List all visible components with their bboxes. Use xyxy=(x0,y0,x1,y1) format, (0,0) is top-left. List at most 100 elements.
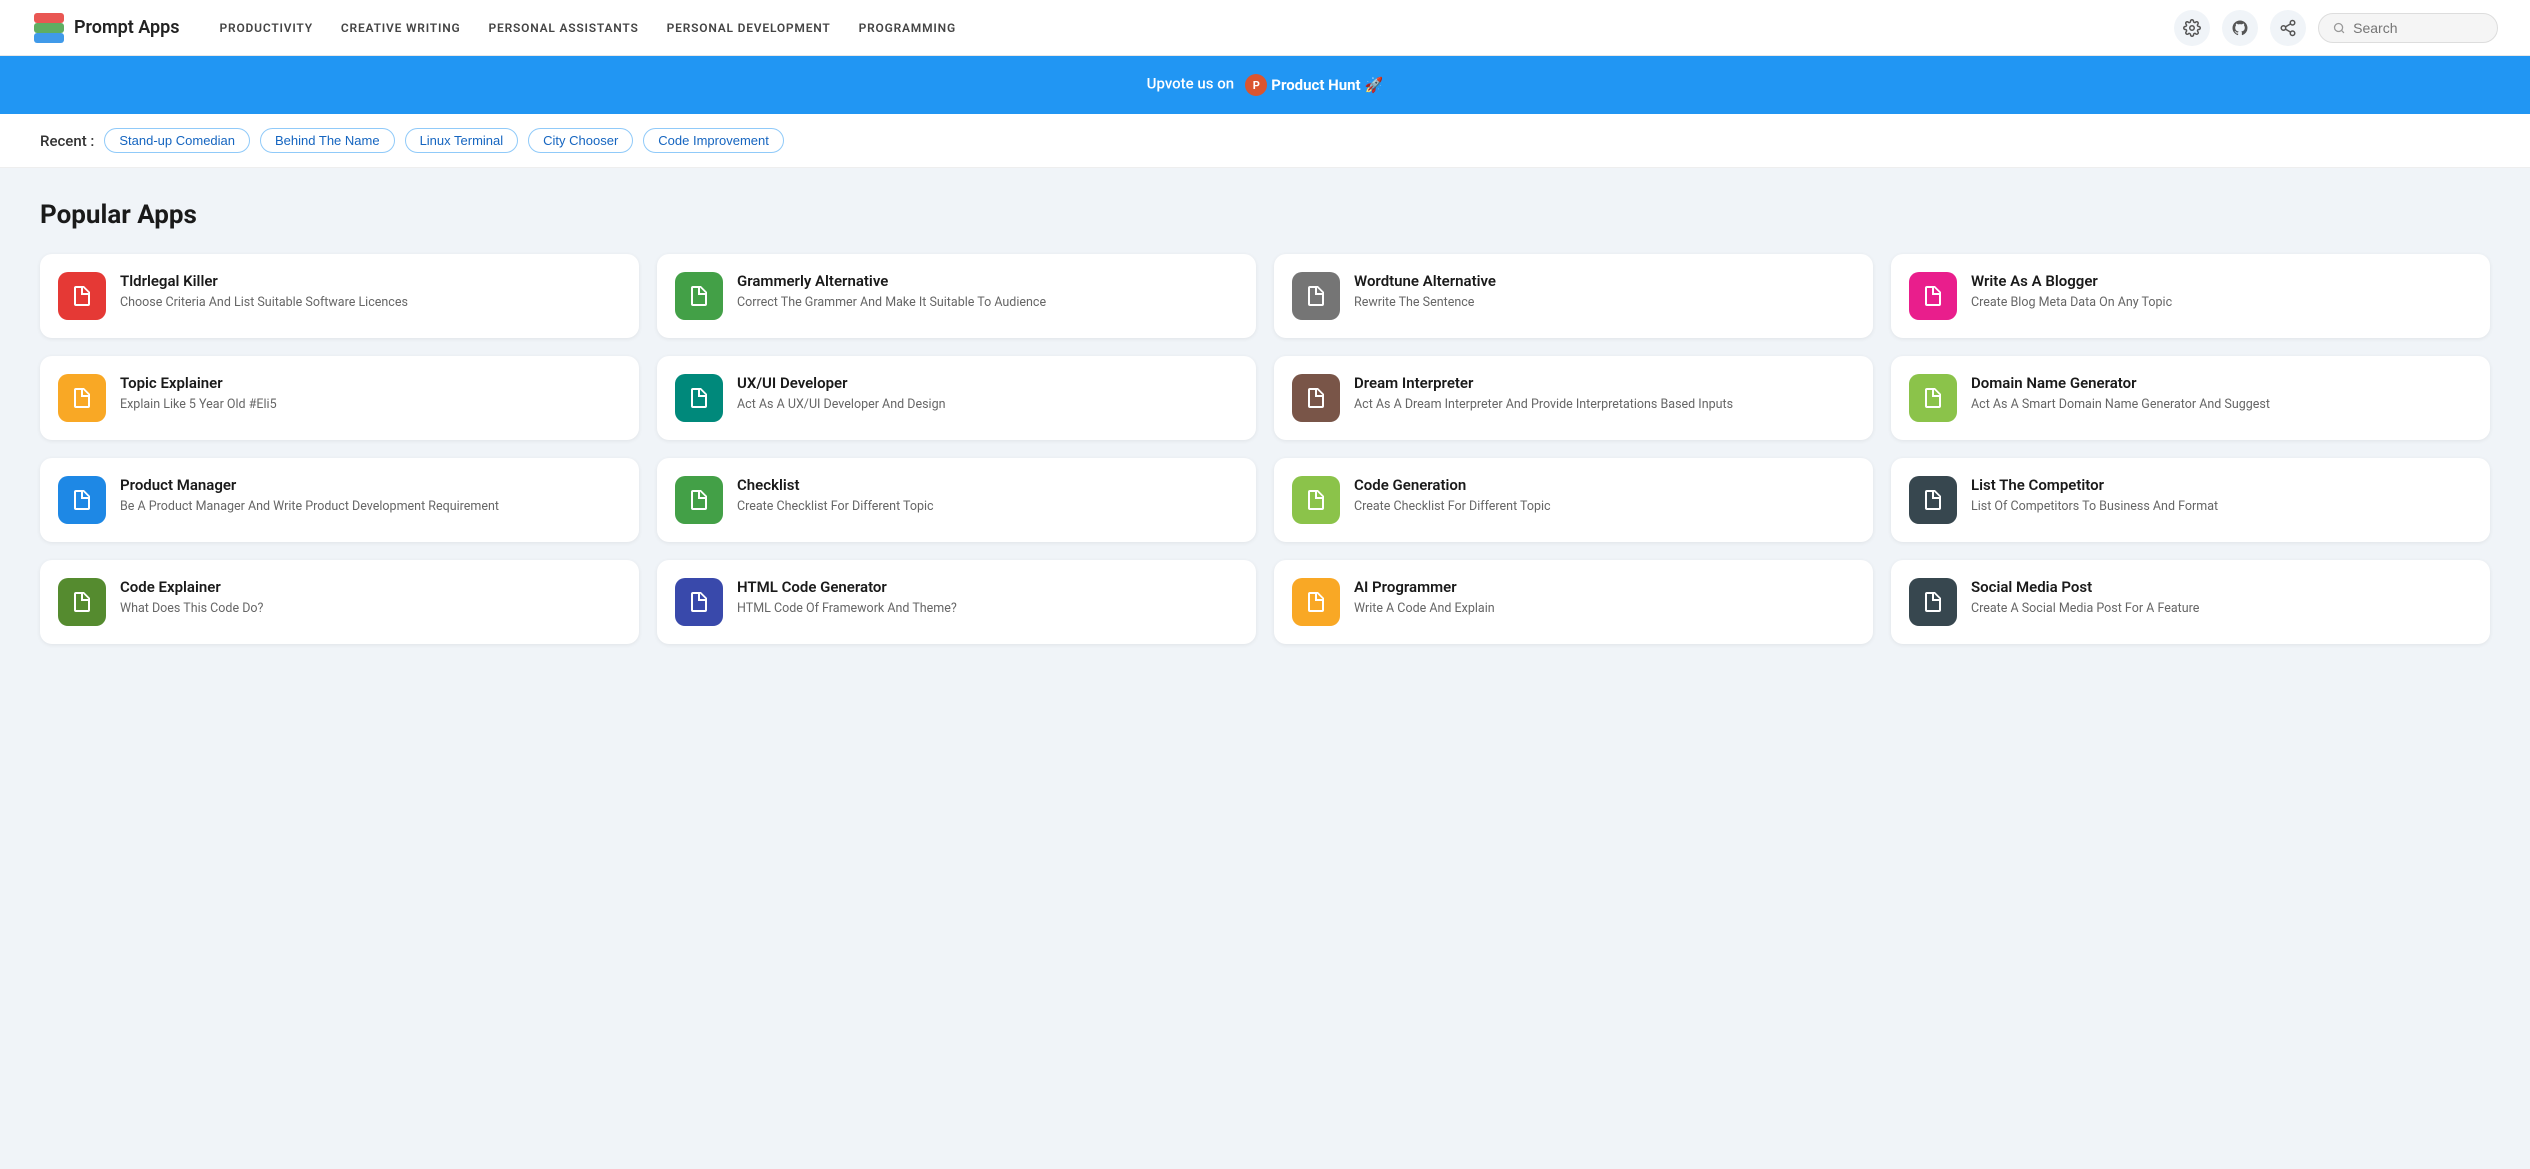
app-desc: Create A Social Media Post For A Feature xyxy=(1971,600,2472,618)
app-info: HTML Code Generator HTML Code Of Framewo… xyxy=(737,578,1238,618)
app-info: UX/UI Developer Act As A UX/UI Developer… xyxy=(737,374,1238,414)
search-icon xyxy=(2333,21,2345,35)
app-card[interactable]: Checklist Create Checklist For Different… xyxy=(657,458,1256,542)
recent-tag-code-improvement[interactable]: Code Improvement xyxy=(643,128,784,153)
nav-personal-development[interactable]: Personal Development xyxy=(667,21,831,35)
app-desc: Act As A UX/UI Developer And Design xyxy=(737,396,1238,414)
ph-badge: P Product Hunt 🚀 xyxy=(1245,74,1383,96)
app-icon xyxy=(1909,272,1957,320)
banner: Upvote us on P Product Hunt 🚀 xyxy=(0,56,2530,114)
nav-productivity[interactable]: Productivity xyxy=(220,21,313,35)
app-name: Code Explainer xyxy=(120,578,621,596)
recent-label: Recent : xyxy=(40,132,94,150)
app-icon xyxy=(675,272,723,320)
app-card[interactable]: Code Explainer What Does This Code Do? xyxy=(40,560,639,644)
app-info: Wordtune Alternative Rewrite The Sentenc… xyxy=(1354,272,1855,312)
app-desc: Act As A Smart Domain Name Generator And… xyxy=(1971,396,2472,414)
app-card[interactable]: Dream Interpreter Act As A Dream Interpr… xyxy=(1274,356,1873,440)
app-icon xyxy=(1292,272,1340,320)
navbar-actions xyxy=(2174,10,2498,46)
app-card[interactable]: AI Programmer Write A Code And Explain xyxy=(1274,560,1873,644)
share-icon xyxy=(2279,19,2297,37)
recent-tag-standup[interactable]: Stand-up Comedian xyxy=(104,128,250,153)
gear-icon xyxy=(2183,19,2201,37)
app-info: Dream Interpreter Act As A Dream Interpr… xyxy=(1354,374,1855,414)
app-desc: HTML Code Of Framework And Theme? xyxy=(737,600,1238,618)
app-card[interactable]: Code Generation Create Checklist For Dif… xyxy=(1274,458,1873,542)
app-card[interactable]: HTML Code Generator HTML Code Of Framewo… xyxy=(657,560,1256,644)
app-name: Wordtune Alternative xyxy=(1354,272,1855,290)
app-card[interactable]: Product Manager Be A Product Manager And… xyxy=(40,458,639,542)
app-icon xyxy=(1909,578,1957,626)
app-icon xyxy=(675,578,723,626)
search-box[interactable] xyxy=(2318,13,2498,43)
nav-programming[interactable]: Programming xyxy=(859,21,956,35)
app-card[interactable]: Grammerly Alternative Correct The Gramme… xyxy=(657,254,1256,338)
document-icon xyxy=(1921,284,1945,308)
github-button[interactable] xyxy=(2222,10,2258,46)
search-input[interactable] xyxy=(2353,20,2483,36)
app-icon xyxy=(58,578,106,626)
recent-tag-city-chooser[interactable]: City Chooser xyxy=(528,128,633,153)
app-info: Domain Name Generator Act As A Smart Dom… xyxy=(1971,374,2472,414)
app-info: Grammerly Alternative Correct The Gramme… xyxy=(737,272,1238,312)
app-info: Social Media Post Create A Social Media … xyxy=(1971,578,2472,618)
app-card[interactable]: Wordtune Alternative Rewrite The Sentenc… xyxy=(1274,254,1873,338)
app-name: Domain Name Generator xyxy=(1971,374,2472,392)
share-button[interactable] xyxy=(2270,10,2306,46)
app-name: Checklist xyxy=(737,476,1238,494)
brand-logo[interactable]: Prompt Apps xyxy=(32,11,180,45)
main-content: Popular Apps Tldrlegal Killer Choose Cri… xyxy=(0,168,2530,1169)
app-icon xyxy=(675,374,723,422)
app-desc: Choose Criteria And List Suitable Softwa… xyxy=(120,294,621,312)
app-card[interactable]: UX/UI Developer Act As A UX/UI Developer… xyxy=(657,356,1256,440)
app-name: Tldrlegal Killer xyxy=(120,272,621,290)
document-icon xyxy=(687,488,711,512)
recent-tag-linux-terminal[interactable]: Linux Terminal xyxy=(405,128,519,153)
nav-personal-assistants[interactable]: Personal Assistants xyxy=(489,21,639,35)
app-desc: Be A Product Manager And Write Product D… xyxy=(120,498,621,516)
document-icon xyxy=(1304,386,1328,410)
app-icon xyxy=(1909,476,1957,524)
app-desc: What Does This Code Do? xyxy=(120,600,621,618)
app-info: Tldrlegal Killer Choose Criteria And Lis… xyxy=(120,272,621,312)
app-info: Write As A Blogger Create Blog Meta Data… xyxy=(1971,272,2472,312)
app-card[interactable]: Social Media Post Create A Social Media … xyxy=(1891,560,2490,644)
app-info: Product Manager Be A Product Manager And… xyxy=(120,476,621,516)
app-name: List The Competitor xyxy=(1971,476,2472,494)
app-info: Code Explainer What Does This Code Do? xyxy=(120,578,621,618)
document-icon xyxy=(1304,488,1328,512)
recent-section: Recent : Stand-up Comedian Behind The Na… xyxy=(0,114,2530,168)
app-name: Code Generation xyxy=(1354,476,1855,494)
app-card[interactable]: Tldrlegal Killer Choose Criteria And Lis… xyxy=(40,254,639,338)
popular-apps-title: Popular Apps xyxy=(40,200,2490,230)
app-icon xyxy=(1909,374,1957,422)
document-icon xyxy=(1921,590,1945,614)
app-desc: Rewrite The Sentence xyxy=(1354,294,1855,312)
nav-creative-writing[interactable]: Creative Writing xyxy=(341,21,461,35)
app-info: Checklist Create Checklist For Different… xyxy=(737,476,1238,516)
document-icon xyxy=(70,386,94,410)
app-card[interactable]: Write As A Blogger Create Blog Meta Data… xyxy=(1891,254,2490,338)
app-info: AI Programmer Write A Code And Explain xyxy=(1354,578,1855,618)
settings-button[interactable] xyxy=(2174,10,2210,46)
app-desc: Create Checklist For Different Topic xyxy=(1354,498,1855,516)
ph-platform: Product Hunt xyxy=(1271,76,1360,94)
banner-emoji: 🚀 xyxy=(1365,76,1384,94)
app-name: AI Programmer xyxy=(1354,578,1855,596)
app-card[interactable]: Domain Name Generator Act As A Smart Dom… xyxy=(1891,356,2490,440)
ph-icon: P xyxy=(1245,74,1267,96)
app-name: Dream Interpreter xyxy=(1354,374,1855,392)
recent-tag-behind-the-name[interactable]: Behind The Name xyxy=(260,128,395,153)
app-grid: Tldrlegal Killer Choose Criteria And Lis… xyxy=(40,254,2490,644)
app-name: UX/UI Developer xyxy=(737,374,1238,392)
app-card[interactable]: List The Competitor List Of Competitors … xyxy=(1891,458,2490,542)
app-card[interactable]: Topic Explainer Explain Like 5 Year Old … xyxy=(40,356,639,440)
document-icon xyxy=(70,590,94,614)
document-icon xyxy=(70,488,94,512)
brand-icon xyxy=(32,11,66,45)
app-name: Social Media Post xyxy=(1971,578,2472,596)
document-icon xyxy=(687,386,711,410)
app-desc: Act As A Dream Interpreter And Provide I… xyxy=(1354,396,1855,414)
brand-name: Prompt Apps xyxy=(74,17,180,38)
